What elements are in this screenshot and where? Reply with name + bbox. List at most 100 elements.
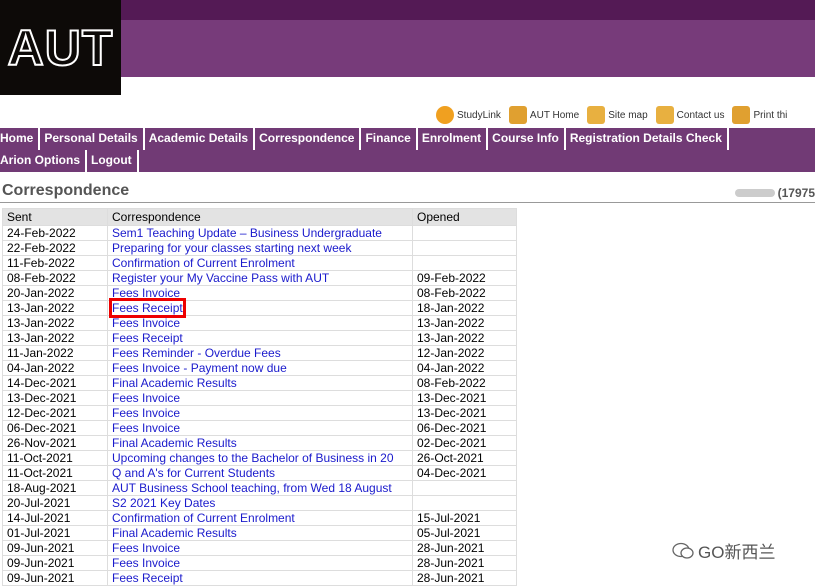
table-row: 20-Jul-2021 S2 2021 Key Dates	[2, 495, 517, 511]
table-row: 13-Jan-2022 Fees Receipt 18-Jan-2022	[2, 297, 517, 318]
cell-sent: 01-Jul-2021	[2, 525, 108, 541]
correspondence-link[interactable]: Register your My Vaccine Pass with AUT	[112, 271, 329, 285]
nav-course-info[interactable]: Course Info	[492, 128, 566, 150]
cell-opened: 08-Feb-2022	[412, 375, 517, 391]
correspondence-link[interactable]: Confirmation of Current Enrolment	[112, 511, 295, 525]
aut-logo[interactable]: AUT	[0, 0, 121, 95]
correspondence-link[interactable]: Preparing for your classes starting next…	[112, 241, 351, 255]
toolbar-link-aut-home[interactable]: AUT Home	[508, 106, 579, 124]
cell-sent: 20-Jul-2021	[2, 495, 108, 511]
cell-sent: 11-Jan-2022	[2, 345, 108, 361]
toolbar-link-contact-us[interactable]: Contact us	[655, 106, 724, 124]
correspondence-link[interactable]: Fees Invoice	[112, 391, 180, 405]
wechat-icon	[672, 542, 694, 559]
cell-opened	[412, 495, 517, 511]
cell-opened: 13-Dec-2021	[412, 405, 517, 421]
cell-opened	[412, 480, 517, 496]
cell-sent: 14-Jul-2021	[2, 510, 108, 526]
cell-sent: 09-Jun-2021	[2, 555, 108, 571]
table-row: 18-Aug-2021 AUT Business School teaching,…	[2, 480, 517, 496]
correspondence-link[interactable]: Final Academic Results	[112, 436, 237, 450]
top-bar	[0, 0, 815, 20]
table-row: 11-Oct-2021 Q and A's for Current Student…	[2, 465, 517, 481]
table-row: 09-Jun-2021 Fees Invoice 28-Jun-2021	[2, 540, 517, 556]
table-row: 11-Jan-2022 Fees Reminder - Overdue Fees 1…	[2, 345, 517, 361]
table-row: 12-Dec-2021 Fees Invoice 13-Dec-2021	[2, 405, 517, 421]
correspondence-link[interactable]: Fees Reminder - Overdue Fees	[112, 346, 281, 360]
cell-correspondence: Fees Invoice	[107, 420, 413, 436]
watermark: GO新西兰	[672, 538, 775, 563]
nav-personal-details[interactable]: Personal Details	[44, 128, 145, 150]
correspondence-link[interactable]: Fees Receipt	[109, 297, 186, 318]
correspondence-link[interactable]: Fees Invoice	[112, 286, 180, 300]
correspondence-link[interactable]: AUT Business School teaching, from Wed 1…	[112, 481, 392, 495]
toolbar-link-label: Site map	[608, 109, 648, 121]
header-correspondence: Correspondence	[107, 208, 413, 226]
cell-correspondence: Final Academic Results	[107, 375, 413, 391]
correspondence-link[interactable]: Upcoming changes to the Bachelor of Busi…	[112, 451, 394, 465]
cell-opened: 26-Oct-2021	[412, 450, 517, 466]
nav-finance[interactable]: Finance	[365, 128, 418, 150]
cell-correspondence: Preparing for your classes starting next…	[107, 240, 413, 256]
nav-items: Home Personal Details Academic Details Corr…	[0, 128, 815, 172]
table-row: 13-Jan-2022 Fees Invoice 13-Jan-2022	[2, 315, 517, 331]
table-row: 14-Dec-2021 Final Academic Results 08-Feb-…	[2, 375, 517, 391]
cell-opened: 02-Dec-2021	[412, 435, 517, 451]
header-sent: Sent	[2, 208, 108, 226]
table-row: 11-Feb-2022 Confirmation of Current Enrol…	[2, 255, 517, 271]
cell-opened	[412, 225, 517, 241]
table-row: 01-Jul-2021 Final Academic Results 05-Jul-…	[2, 525, 517, 541]
correspondence-link[interactable]: Fees Invoice	[112, 421, 180, 435]
studylink-icon	[436, 106, 454, 124]
cell-sent: 20-Jan-2022	[2, 285, 108, 301]
correspondence-link[interactable]: Q and A's for Current Students	[112, 466, 275, 480]
correspondence-link[interactable]: Fees Receipt	[112, 571, 183, 585]
cell-correspondence: Fees Invoice	[107, 405, 413, 421]
cell-sent: 14-Dec-2021	[2, 375, 108, 391]
phone-icon	[655, 106, 674, 124]
correspondence-link[interactable]: Sem1 Teaching Update – Business Undergra…	[112, 226, 382, 240]
toolbar-link-studylink[interactable]: StudyLink	[436, 106, 501, 124]
nav-enrolment[interactable]: Enrolment	[422, 128, 489, 150]
table-row: 22-Feb-2022 Preparing for your classes st…	[2, 240, 517, 256]
cell-opened: 13-Jan-2022	[412, 330, 517, 346]
correspondence-link[interactable]: Fees Receipt	[112, 331, 183, 345]
table-row: 13-Jan-2022 Fees Receipt 13-Jan-2022	[2, 330, 517, 346]
cell-sent: 06-Dec-2021	[2, 420, 108, 436]
correspondence-link[interactable]: S2 2021 Key Dates	[112, 496, 215, 510]
correspondence-link[interactable]: Fees Invoice - Payment now due	[112, 361, 287, 375]
correspondence-link[interactable]: Final Academic Results	[112, 376, 237, 390]
correspondence-link[interactable]: Confirmation of Current Enrolment	[112, 256, 295, 270]
cell-opened: 28-Jun-2021	[412, 555, 517, 571]
user-id: (17975	[777, 186, 815, 200]
correspondence-link[interactable]: Fees Invoice	[112, 556, 180, 570]
cell-sent: 24-Feb-2022	[2, 225, 108, 241]
correspondence-link[interactable]: Fees Invoice	[112, 541, 180, 555]
cell-opened: 15-Jul-2021	[412, 510, 517, 526]
home-icon	[508, 106, 527, 124]
nav-logout[interactable]: Logout	[91, 150, 139, 172]
correspondence-link[interactable]: Fees Invoice	[112, 316, 180, 330]
cell-sent: 13-Jan-2022	[2, 330, 108, 346]
cell-correspondence: Fees Invoice	[107, 555, 413, 571]
nav-registration-details-check[interactable]: Registration Details Check	[570, 128, 729, 150]
redacted-name	[734, 189, 775, 197]
nav-arion-options[interactable]: Arion Options	[0, 150, 87, 172]
table-row: 08-Feb-2022 Register your My Vaccine Pass…	[2, 270, 517, 286]
table-row: 13-Dec-2021 Fees Invoice 13-Dec-2021	[2, 390, 517, 406]
nav-home[interactable]: Home	[0, 128, 41, 150]
cell-correspondence: Final Academic Results	[107, 525, 413, 541]
toolbar-link-print-thi[interactable]: Print thi	[732, 106, 787, 124]
cell-sent: 09-Jun-2021	[2, 570, 108, 586]
toolbar-link-site-map[interactable]: Site map	[587, 106, 648, 124]
correspondence-link[interactable]: Final Academic Results	[112, 526, 237, 540]
table-row: 24-Feb-2022 Sem1 Teaching Update – Busine…	[2, 225, 517, 241]
correspondence-table: Sent Correspondence Opened 24-Feb-2022 Se…	[2, 208, 517, 586]
cell-correspondence: AUT Business School teaching, from Wed 1…	[107, 480, 413, 496]
nav-academic-details[interactable]: Academic Details	[149, 128, 256, 150]
cell-correspondence: Confirmation of Current Enrolment	[107, 255, 413, 271]
correspondence-link[interactable]: Fees Invoice	[112, 406, 180, 420]
cell-opened: 13-Dec-2021	[412, 390, 517, 406]
nav-correspondence[interactable]: Correspondence	[259, 128, 362, 150]
divider	[0, 202, 815, 203]
